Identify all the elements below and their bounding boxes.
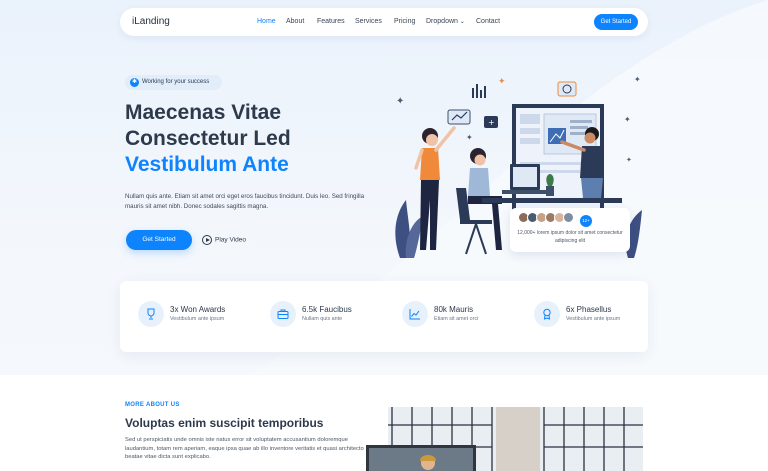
nav-dropdown[interactable]: Dropdown ⌄ xyxy=(426,18,465,25)
about-kicker: MORE ABOUT US xyxy=(125,402,180,408)
briefcase-icon xyxy=(270,301,296,327)
nav-contact[interactable]: Contact xyxy=(476,18,500,25)
hero-title-line-2: Consectetur Led xyxy=(125,127,291,150)
nav-about[interactable]: About xyxy=(286,18,304,25)
award-icon xyxy=(534,301,560,327)
about-text: Sed ut perspiciatis unde omnis iste natu… xyxy=(125,437,364,461)
hero-title-line-1: Maecenas Vitae xyxy=(125,101,282,124)
review-text: 12,000+ lorem ipsum dolor sit amet conse… xyxy=(517,230,623,244)
nav-home[interactable]: Home xyxy=(257,18,276,25)
chevron-down-icon: ⌄ xyxy=(459,19,465,25)
hero-lead: Nullam quis ante. Etiam sit amet orci eg… xyxy=(125,193,365,210)
team-image xyxy=(366,445,476,471)
hero-get-started-button[interactable]: Get Started xyxy=(126,230,192,250)
hero-title: Maecenas Vitae Consectetur Led Vestibulu… xyxy=(125,100,291,178)
play-video-label: Play Video xyxy=(215,236,246,244)
trophy-icon xyxy=(138,301,164,327)
svg-text:✦: ✦ xyxy=(498,77,506,87)
svg-text:✦: ✦ xyxy=(396,96,404,107)
nav-features[interactable]: Features xyxy=(317,18,345,25)
count-badge: 12+ xyxy=(580,215,592,227)
gear-icon: ✱ xyxy=(130,78,139,87)
stat-value: 3x Won Awards xyxy=(170,305,226,314)
svg-text:✦: ✦ xyxy=(626,156,632,164)
stats-card: 3x Won Awards Vestibulum ante ipsum 6.5k… xyxy=(120,281,648,352)
site-logo[interactable]: iLanding xyxy=(132,16,170,27)
svg-text:✦: ✦ xyxy=(466,133,473,142)
svg-text:✦: ✦ xyxy=(624,115,631,124)
nav-pricing[interactable]: Pricing xyxy=(394,18,415,25)
about-section: MORE ABOUT US Voluptas enim suscipit tem… xyxy=(0,375,768,471)
stat-value: 6x Phasellus xyxy=(566,305,612,314)
graph-up-icon xyxy=(402,301,428,327)
hero-badge: ✱ Working for your success xyxy=(125,75,222,90)
navbar: iLanding Home About Features Services Pr… xyxy=(120,8,648,36)
header-get-started-button[interactable]: Get Started xyxy=(594,14,638,30)
stat-value: 80k Mauris xyxy=(434,305,474,314)
stat-label: Nullam quis ante xyxy=(302,316,343,322)
stat-value: 6.5k Faucibus xyxy=(302,305,352,314)
avatar xyxy=(563,212,574,223)
hero-badge-label: Working for your success xyxy=(142,79,210,85)
stat-label: Vestibulum ante ipsum xyxy=(566,316,621,322)
nav-services[interactable]: Services xyxy=(355,18,382,25)
svg-text:+: + xyxy=(488,118,495,127)
play-icon xyxy=(202,235,212,245)
stat-label: Vestibulum ante ipsum xyxy=(170,316,225,322)
hero-title-line-3: Vestibulum Ante xyxy=(125,153,289,176)
play-video-button[interactable]: Play Video xyxy=(202,235,246,245)
svg-text:✦: ✦ xyxy=(634,75,641,84)
stat-label: Etiam sit amet orci xyxy=(434,316,479,322)
nav-dropdown-label: Dropdown xyxy=(426,18,458,25)
review-card: 12+ 12,000+ lorem ipsum dolor sit amet c… xyxy=(510,208,630,252)
about-title: Voluptas enim suscipit temporibus xyxy=(125,416,324,430)
